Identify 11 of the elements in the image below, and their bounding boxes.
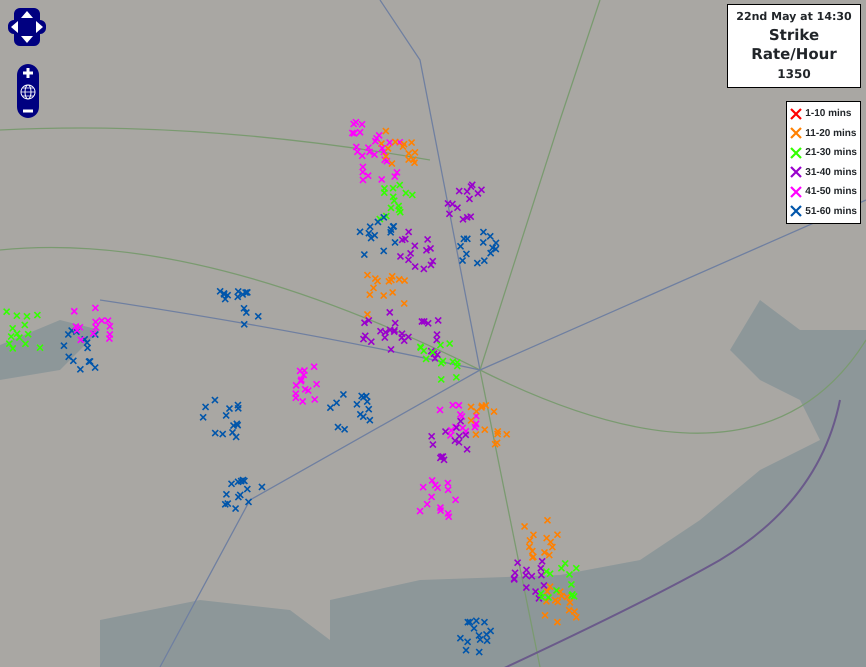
- legend-label: 1-10 mins: [805, 107, 852, 122]
- legend-label: 31-40 mins: [805, 166, 857, 180]
- legend-label: 21-30 mins: [805, 146, 857, 160]
- legend-label: 41-50 mins: [805, 185, 857, 200]
- zoom-control-icon[interactable]: [17, 64, 39, 118]
- legend-label: 51-60 mins: [805, 204, 857, 219]
- pan-control-icon[interactable]: [8, 8, 46, 46]
- legend-label: 11-20 mins: [805, 126, 856, 141]
- value-text: 1350: [776, 66, 812, 82]
- title-text: Strike Rate/Hour: [750, 26, 838, 64]
- date-text: 22nd May at 14:30: [735, 9, 853, 25]
